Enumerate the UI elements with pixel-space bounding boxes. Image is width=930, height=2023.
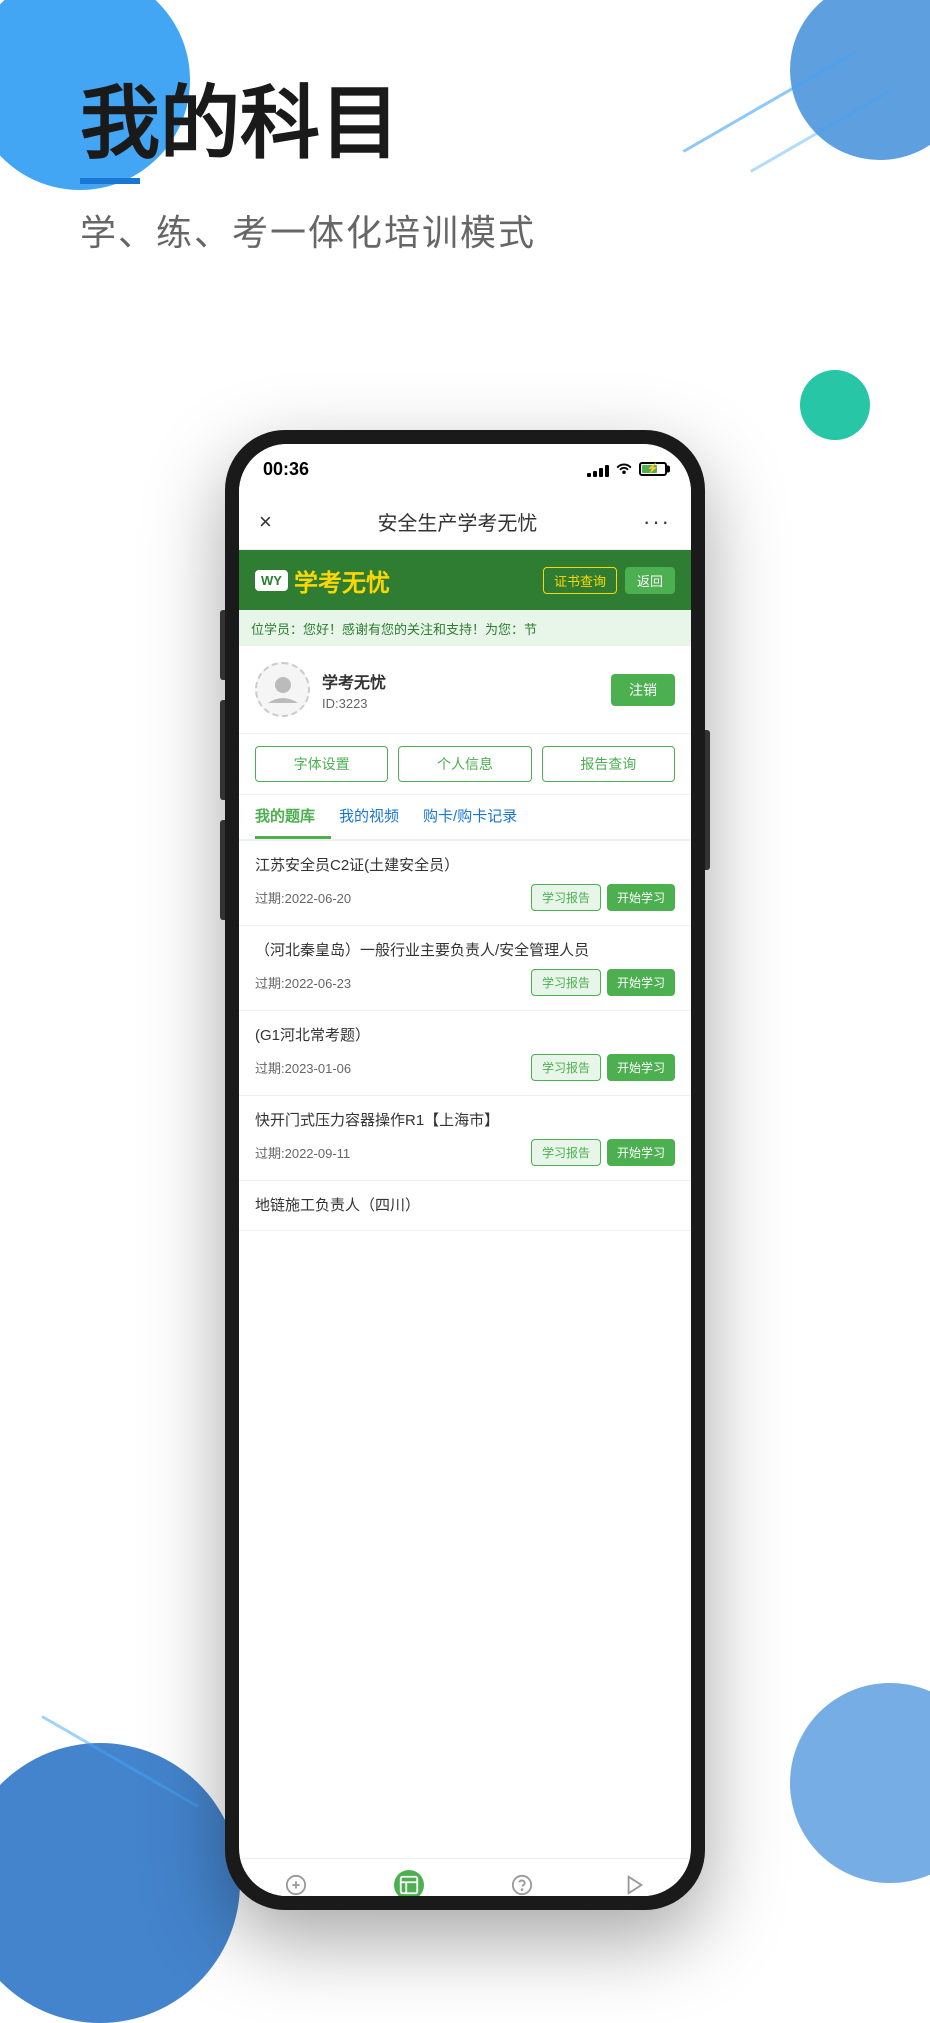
course-name: （河北秦皇岛）一般行业主要负责人/安全管理人员 — [255, 940, 675, 961]
course-actions: 学习报告 开始学习 — [531, 1054, 675, 1081]
action-buttons: 字体设置 个人信息 报告查询 — [239, 734, 691, 795]
header-buttons: 证书查询 返回 — [543, 567, 675, 594]
signal-bar-3 — [599, 468, 603, 477]
bottom-nav: 绑定科目 我的科目 — [239, 1858, 691, 1896]
marquee-banner: 位学员：您好！感谢有您的关注和支持！为您：节 — [239, 610, 691, 646]
tab-my-question-bank[interactable]: 我的题库 — [255, 795, 331, 839]
user-name: 学考无忧 — [322, 669, 386, 693]
bind-subject-icon — [281, 1870, 311, 1897]
avatar — [255, 662, 310, 717]
course-item-4: 地链施工负责人（四川） — [239, 1181, 691, 1231]
bg-decoration-circle-bl — [0, 1743, 240, 2023]
phone-button-silent — [220, 610, 225, 680]
course-meta: 过期:2022-06-20 学习报告 开始学习 — [255, 884, 675, 911]
close-button[interactable]: × — [259, 509, 272, 535]
bg-decoration-circle-br — [790, 1683, 930, 1883]
course-actions: 学习报告 开始学习 — [531, 969, 675, 996]
bg-decoration-circle-teal — [800, 370, 870, 440]
report-query-button[interactable]: 报告查询 — [542, 746, 675, 782]
tab-my-video[interactable]: 我的视频 — [339, 795, 415, 839]
course-expire: 过期:2022-09-11 — [255, 1143, 350, 1162]
course-meta: 过期:2022-09-11 学习报告 开始学习 — [255, 1139, 675, 1166]
course-expire: 过期:2023-01-06 — [255, 1058, 351, 1077]
study-report-button-3[interactable]: 学习报告 — [531, 1139, 601, 1166]
course-item-1: （河北秦皇岛）一般行业主要负责人/安全管理人员 过期:2022-06-23 学习… — [239, 926, 691, 1011]
my-subject-icon — [394, 1870, 424, 1897]
course-meta: 过期:2023-01-06 学习报告 开始学习 — [255, 1054, 675, 1081]
wifi-icon — [615, 460, 633, 479]
phone-outer: 00:36 ⚡ — [225, 430, 705, 1910]
start-study-button-2[interactable]: 开始学习 — [607, 1054, 675, 1081]
green-header: WY 学考无忧 证书查询 返回 — [239, 550, 691, 610]
back-button[interactable]: 返回 — [625, 567, 675, 594]
course-expire: 过期:2022-06-23 — [255, 973, 351, 992]
course-name: (G1河北常考题） — [255, 1025, 675, 1046]
start-study-button-0[interactable]: 开始学习 — [607, 884, 675, 911]
status-bar: 00:36 ⚡ — [239, 444, 691, 494]
phone-button-power — [705, 730, 710, 870]
personal-info-button[interactable]: 个人信息 — [398, 746, 531, 782]
user-id: ID:3223 — [322, 696, 386, 711]
cert-query-button[interactable]: 证书查询 — [543, 567, 617, 594]
marquee-text: 位学员：您好！感谢有您的关注和支持！为您：节 — [251, 619, 537, 638]
course-name: 江苏安全员C2证(土建安全员） — [255, 855, 675, 876]
course-actions: 学习报告 开始学习 — [531, 1139, 675, 1166]
start-study-button-3[interactable]: 开始学习 — [607, 1139, 675, 1166]
battery-bolt: ⚡ — [647, 464, 659, 475]
logo-badge: WY — [255, 570, 288, 591]
course-meta: 过期:2022-06-23 学习报告 开始学习 — [255, 969, 675, 996]
nav-item-help[interactable]: 帮助中心 — [500, 1870, 544, 1897]
course-name: 地链施工负责人（四川） — [255, 1195, 675, 1216]
logo-area: WY 学考无忧 — [255, 563, 390, 598]
user-info: 学考无忧 ID:3223 — [255, 662, 386, 717]
study-report-button-2[interactable]: 学习报告 — [531, 1054, 601, 1081]
signal-bar-4 — [605, 465, 609, 477]
font-settings-button[interactable]: 字体设置 — [255, 746, 388, 782]
nav-item-my-subject[interactable]: 我的科目 — [387, 1870, 431, 1897]
course-item-3: 快开门式压力容器操作R1【上海市】 过期:2022-09-11 学习报告 开始学… — [239, 1096, 691, 1181]
page-subtitle: 学、练、考一体化培训模式 — [80, 204, 536, 256]
status-time: 00:36 — [263, 459, 309, 480]
user-details: 学考无忧 ID:3223 — [322, 669, 386, 711]
phone-button-vol-down — [220, 820, 225, 920]
course-actions: 学习报告 开始学习 — [531, 884, 675, 911]
study-report-button-1[interactable]: 学习报告 — [531, 969, 601, 996]
start-study-button-1[interactable]: 开始学习 — [607, 969, 675, 996]
page-header: 我的科目 学、练、考一体化培训模式 — [80, 80, 536, 256]
course-list: 江苏安全员C2证(土建安全员） 过期:2022-06-20 学习报告 开始学习 … — [239, 841, 691, 1858]
status-icons: ⚡ — [587, 460, 667, 479]
study-report-button-0[interactable]: 学习报告 — [531, 884, 601, 911]
course-item-0: 江苏安全员C2证(土建安全员） 过期:2022-06-20 学习报告 开始学习 — [239, 841, 691, 926]
tabs: 我的题库 我的视频 购卡/购卡记录 — [239, 795, 691, 841]
page-title: 我的科目 — [80, 80, 536, 168]
nav-item-video[interactable]: 视频课程 — [613, 1870, 657, 1897]
nav-item-bind-subject[interactable]: 绑定科目 — [274, 1870, 318, 1897]
phone-content: 学考无忧 ID:3223 注销 字体设置 个人信息 报告查询 我的题库 — [239, 646, 691, 1896]
signal-bar-2 — [593, 471, 597, 477]
user-section: 学考无忧 ID:3223 注销 — [239, 646, 691, 734]
course-item-2: (G1河北常考题） 过期:2023-01-06 学习报告 开始学习 — [239, 1011, 691, 1096]
signal-icon — [587, 461, 609, 477]
phone-button-vol-up — [220, 700, 225, 800]
help-icon — [507, 1870, 537, 1897]
video-icon — [620, 1870, 650, 1897]
course-expire: 过期:2022-06-20 — [255, 888, 351, 907]
logo-text: 学考无忧 — [294, 563, 390, 598]
phone-mockup: 00:36 ⚡ — [225, 430, 705, 1910]
course-name: 快开门式压力容器操作R1【上海市】 — [255, 1110, 675, 1131]
app-bar: × 安全生产学考无忧 ··· — [239, 494, 691, 550]
tab-buy-card[interactable]: 购卡/购卡记录 — [423, 795, 533, 839]
page-title-underline — [80, 178, 140, 184]
signal-bar-1 — [587, 473, 591, 477]
app-bar-title: 安全生产学考无忧 — [377, 507, 537, 536]
logout-button[interactable]: 注销 — [611, 674, 675, 706]
phone-screen: 00:36 ⚡ — [239, 444, 691, 1896]
battery-icon: ⚡ — [639, 462, 667, 476]
more-button[interactable]: ··· — [643, 509, 671, 535]
